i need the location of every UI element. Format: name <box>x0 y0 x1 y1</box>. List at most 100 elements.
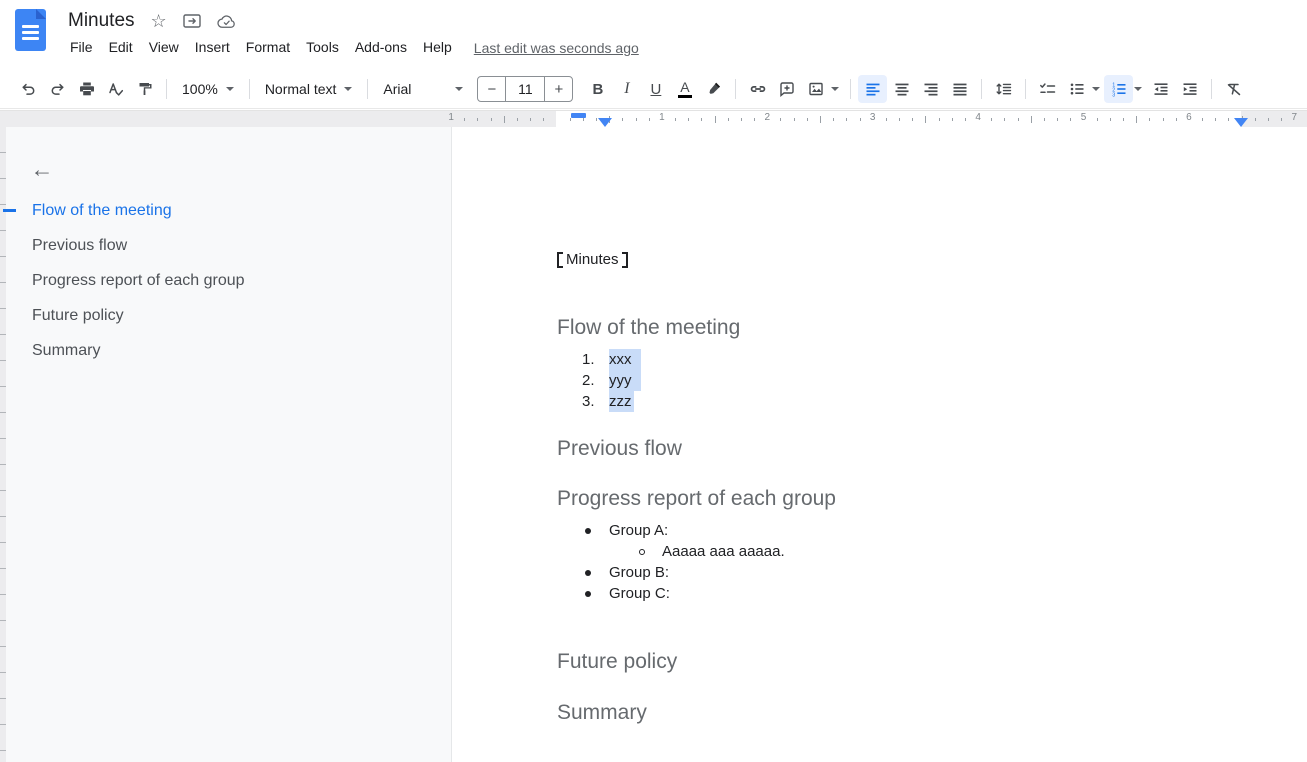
undo-button[interactable] <box>14 75 43 103</box>
document-page[interactable]: Minutes Flow of the meeting 1.xxx2.yyy3.… <box>451 127 1307 762</box>
toolbar-divider <box>1211 79 1212 99</box>
doc-title-line: Minutes <box>557 249 1307 270</box>
align-left-button[interactable] <box>858 75 887 103</box>
heading-future-policy: Future policy <box>557 651 1307 673</box>
numbered-list-item: 1.xxx <box>557 349 1307 370</box>
numbered-list-block: 1.xxx2.yyy3.zzz <box>557 349 1307 412</box>
justify-button[interactable] <box>945 75 974 103</box>
menu-insert[interactable]: Insert <box>187 36 238 58</box>
ruler-tick <box>794 118 795 121</box>
insert-image-button[interactable] <box>801 75 830 103</box>
ruler-tick <box>820 116 821 123</box>
bold-button[interactable]: B <box>583 75 612 103</box>
document-content: Minutes Flow of the meeting 1.xxx2.yyy3.… <box>452 127 1307 724</box>
outline-item-future-policy[interactable]: Future policy <box>6 298 450 333</box>
clear-formatting-button[interactable] <box>1219 75 1248 103</box>
ruler-tick <box>899 118 900 121</box>
lenticular-bracket-close <box>622 252 628 268</box>
increase-font-size-button[interactable]: + <box>545 77 572 101</box>
heading-progress-report: Progress report of each group <box>557 488 1307 510</box>
right-indent-marker[interactable] <box>1234 118 1248 127</box>
line-spacing-button[interactable] <box>989 75 1018 103</box>
outline-item-summary[interactable]: Summary <box>6 333 450 368</box>
numbered-list-button[interactable]: 1 2 3 <box>1104 75 1133 103</box>
menu-edit[interactable]: Edit <box>101 36 141 58</box>
decrease-font-size-button[interactable]: − <box>478 77 505 101</box>
outline-item-progress-report-of-each-group[interactable]: Progress report of each group <box>6 263 450 298</box>
underline-button[interactable]: U <box>641 75 670 103</box>
left-indent-marker[interactable] <box>598 118 612 127</box>
decrease-indent-button[interactable] <box>1146 75 1175 103</box>
chevron-down-icon <box>226 87 234 91</box>
ruler-tick <box>491 118 492 121</box>
document-outline-panel: ← Flow of the meetingPrevious flowProgre… <box>6 127 450 762</box>
insert-image-dropdown[interactable] <box>831 87 839 91</box>
document-title[interactable]: Minutes <box>68 10 135 32</box>
close-outline-button[interactable]: ← <box>26 153 58 185</box>
outline-item-previous-flow[interactable]: Previous flow <box>6 228 450 263</box>
ruler-tick <box>583 118 584 121</box>
ruler-tick <box>504 116 505 123</box>
heading-flow-of-the-meeting: Flow of the meeting <box>557 317 1307 339</box>
ruler-tick <box>715 116 716 123</box>
ruler-tick <box>991 118 992 121</box>
ruler-tick <box>846 118 847 121</box>
paint-format-button[interactable] <box>130 75 159 103</box>
align-center-button[interactable] <box>887 75 916 103</box>
ruler-tick <box>1031 116 1032 123</box>
font-size-input[interactable]: 11 <box>505 77 545 101</box>
outline-item-label: Summary <box>32 342 100 360</box>
ruler-tick <box>1097 118 1098 121</box>
menu-help[interactable]: Help <box>415 36 460 58</box>
ruler-tick <box>688 118 689 121</box>
numbered-list-dropdown[interactable] <box>1134 87 1142 91</box>
bullet-item-text: Group B: <box>609 562 669 583</box>
first-line-indent-marker[interactable] <box>571 113 586 118</box>
menu-format[interactable]: Format <box>238 36 298 58</box>
font-family-select[interactable]: Arial <box>375 75 471 103</box>
text-color-button[interactable]: A <box>670 75 699 103</box>
align-right-button[interactable] <box>916 75 945 103</box>
checklist-button[interactable] <box>1033 75 1062 103</box>
bullet-dot-icon <box>585 562 609 583</box>
toolbar-divider <box>166 79 167 99</box>
menu-file[interactable]: File <box>62 36 101 58</box>
ruler-tick <box>780 118 781 121</box>
titlebar: Minutes ☆ FileEditViewInsertFormatToolsA… <box>0 0 1307 64</box>
cloud-saved-icon[interactable] <box>217 14 236 29</box>
ruler-tick <box>1044 118 1045 121</box>
redo-button[interactable] <box>43 75 72 103</box>
last-edit-link[interactable]: Last edit was seconds ago <box>474 40 639 56</box>
add-comment-button[interactable] <box>772 75 801 103</box>
highlight-color-button[interactable] <box>699 75 728 103</box>
ruler-tick <box>649 118 650 121</box>
italic-button[interactable]: I <box>612 75 641 103</box>
bulleted-list-dropdown[interactable] <box>1092 87 1100 91</box>
spelling-check-button[interactable] <box>101 75 130 103</box>
insert-link-button[interactable] <box>743 75 772 103</box>
outline-item-flow-of-the-meeting[interactable]: Flow of the meeting <box>6 193 450 228</box>
ruler-tick <box>1136 116 1137 123</box>
menu-view[interactable]: View <box>141 36 187 58</box>
menu-addons[interactable]: Add-ons <box>347 36 415 58</box>
ruler-tick <box>833 118 834 121</box>
ruler-tick <box>912 118 913 121</box>
move-folder-icon[interactable] <box>183 13 201 29</box>
numbered-list-item: 3.zzz <box>557 391 1307 412</box>
star-icon[interactable]: ☆ <box>151 12 167 30</box>
ruler-tick <box>1110 118 1111 121</box>
print-button[interactable] <box>72 75 101 103</box>
bulleted-list-button[interactable] <box>1062 75 1091 103</box>
ruler-tick <box>517 118 518 121</box>
google-docs-icon[interactable] <box>15 9 46 51</box>
list-number: 1. <box>582 349 609 370</box>
ruler-label: 3 <box>870 112 876 123</box>
chevron-down-icon <box>344 87 352 91</box>
increase-indent-button[interactable] <box>1175 75 1204 103</box>
paragraph-style-select[interactable]: Normal text <box>257 75 361 103</box>
ruler-tick <box>1123 118 1124 121</box>
ruler-tick <box>530 118 531 121</box>
menu-tools[interactable]: Tools <box>298 36 347 58</box>
chevron-down-icon <box>455 87 463 91</box>
zoom-select[interactable]: 100% <box>174 75 242 103</box>
